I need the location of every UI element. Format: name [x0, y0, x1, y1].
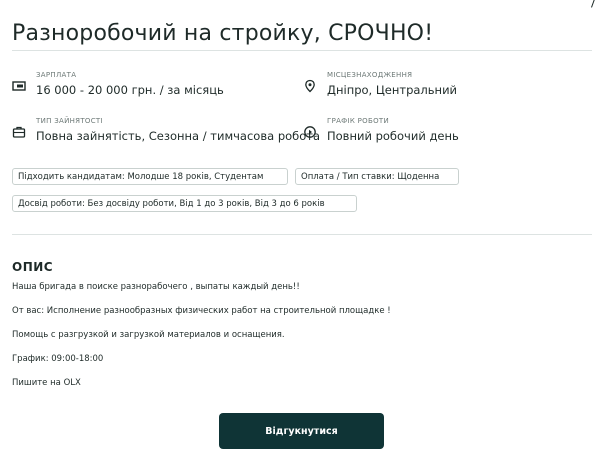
description-line: Наша бригада в поиске разнорабочего , вы… — [12, 282, 300, 292]
banknote-icon — [12, 81, 26, 91]
location-pin-icon — [305, 79, 315, 93]
param-location-value: Дніпро, Центральний — [327, 83, 458, 97]
param-employment-type-value: Повна зайнятість, Сезонна / тимчасова ро… — [36, 129, 321, 143]
tag-experience: Досвід роботи: Без досвіду роботи, Від 1… — [12, 195, 357, 212]
param-schedule-label: ГРАФІК РОБОТИ — [327, 117, 390, 125]
param-schedule-value: Повний робочий день — [327, 129, 459, 143]
tag-payment-type: Оплата / Тип ставки: Щоденна — [295, 168, 459, 185]
description-line: От вас: Исполнение разнообразных физичес… — [12, 306, 391, 316]
param-salary-label: ЗАРПЛАТА — [36, 71, 77, 79]
param-location-label: МІСЦЕЗНАХОДЖЕННЯ — [327, 71, 413, 79]
description-line: Помощь с разгрузкой и загрузкой материал… — [12, 330, 285, 340]
corner-mark-decoration — [581, 0, 596, 8]
job-title: Разноробочий на стройку, СРОЧНО! — [12, 20, 434, 46]
param-salary-value: 16 000 - 20 000 грн. / за місяць — [36, 83, 224, 97]
description-heading: ОПИС — [12, 259, 54, 274]
param-employment-type-label: ТИП ЗАЙНЯТОСТІ — [36, 117, 103, 125]
divider-description — [12, 234, 592, 235]
tag-suitable-candidates: Підходить кандидатам: Молодше 18 років, … — [12, 168, 288, 185]
apply-button[interactable]: Відгукнутися — [219, 413, 384, 449]
description-line: График: 09:00-18:00 — [12, 354, 104, 364]
divider-top — [12, 50, 592, 51]
clock-icon — [304, 126, 316, 138]
description-line: Пишите на OLX — [12, 378, 81, 388]
briefcase-icon — [12, 126, 26, 138]
